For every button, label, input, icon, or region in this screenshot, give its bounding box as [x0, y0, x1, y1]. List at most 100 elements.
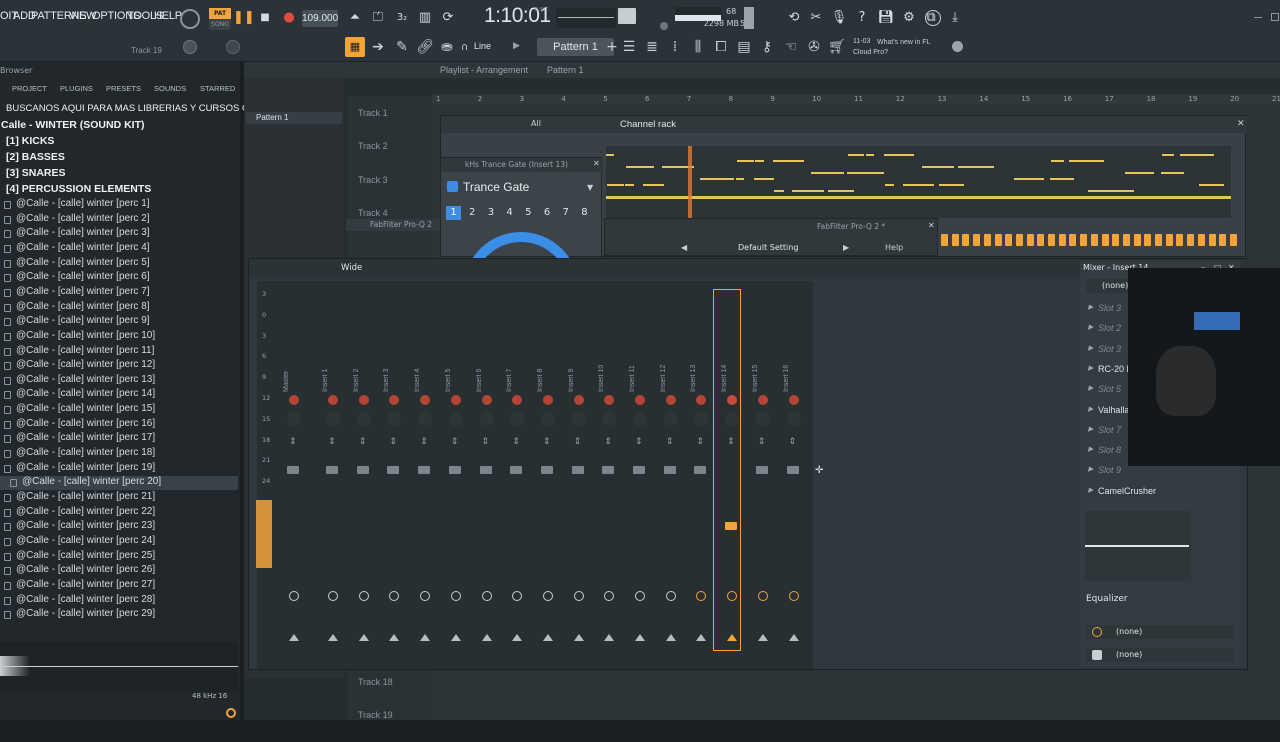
step-button[interactable]	[1133, 234, 1141, 246]
step-button[interactable]	[1122, 234, 1130, 246]
blend-notes-icon[interactable]: ▥	[415, 8, 435, 28]
tab-plugins[interactable]: PLUGINS	[60, 84, 93, 93]
browser-file-item[interactable]: @Calle - [calle] winter [perc 14]	[0, 388, 238, 402]
snap-select[interactable]: Line	[474, 41, 491, 51]
folder-snares[interactable]: [3] SNARES	[0, 167, 238, 181]
step-button[interactable]	[1229, 234, 1237, 246]
browser-file-item[interactable]: @Calle - [calle] winter [perc 2]	[0, 213, 238, 227]
step-button[interactable]	[1208, 234, 1216, 246]
mixer-strip[interactable]	[499, 290, 525, 650]
window-restore-icon[interactable]	[1271, 13, 1279, 21]
record-button[interactable]: ●	[279, 8, 299, 28]
browser-file-item[interactable]: @Calle - [calle] winter [perc 18]	[0, 447, 238, 461]
stamp-icon[interactable]: ⛂	[437, 37, 457, 57]
channel-rack-filter[interactable]: All	[531, 119, 541, 128]
preset-prev-icon[interactable]: ◀	[681, 243, 687, 252]
undo-icon[interactable]: ⟲	[784, 8, 804, 28]
step-button[interactable]	[1176, 234, 1184, 246]
globe-icon[interactable]	[952, 41, 963, 52]
mixer-strip[interactable]	[776, 290, 802, 650]
pause-button[interactable]: ❚❚	[233, 8, 255, 28]
link-icon[interactable]: 🔗︎	[415, 37, 435, 57]
mixer-strip[interactable]	[469, 290, 495, 650]
browser-file-item[interactable]: @Calle - [calle] winter [perc 24]	[0, 535, 238, 549]
search-icon[interactable]	[226, 708, 236, 718]
pattern-list-item[interactable]: Pattern 1	[246, 112, 342, 124]
step-button[interactable]	[994, 234, 1002, 246]
main-volume-knob[interactable]	[183, 40, 197, 54]
plugin-db-icon[interactable]: ⚷	[757, 37, 777, 57]
browser-file-item[interactable]: @Calle - [calle] winter [perc 21]	[0, 491, 238, 505]
browser-file-item[interactable]: @Calle - [calle] winter [perc 10]	[0, 330, 238, 344]
step-button[interactable]	[1026, 234, 1034, 246]
fabfilter-help-button[interactable]: Help	[885, 243, 903, 252]
save-icon[interactable]: 💾︎	[876, 8, 896, 28]
eq-graph[interactable]	[1085, 511, 1191, 581]
trance-gate-step[interactable]: 4	[502, 206, 517, 220]
step-button[interactable]	[1101, 234, 1109, 246]
trance-gate-step[interactable]: 5	[521, 206, 536, 220]
help-icon[interactable]: ?	[852, 8, 872, 28]
trance-gate-close-icon[interactable]: ✕	[593, 159, 600, 168]
kit-folder[interactable]: Calle - WINTER (SOUND KIT)	[0, 119, 238, 133]
stop-button[interactable]: ■	[255, 8, 275, 28]
menu-help[interactable]: HELP	[154, 10, 182, 22]
step-button[interactable]	[1037, 234, 1045, 246]
trance-gate-step[interactable]: 7	[558, 206, 573, 220]
news-text[interactable]: What's new in FL Cloud Pro?	[853, 38, 937, 58]
browser-file-item[interactable]: @Calle - [calle] winter [perc 8]	[0, 301, 238, 315]
browser-file-item[interactable]: @Calle - [calle] winter [perc 17]	[0, 432, 238, 446]
output-select[interactable]: (none)	[1086, 625, 1234, 639]
step-button[interactable]	[1090, 234, 1098, 246]
window-minimize-icon[interactable]	[1254, 17, 1262, 18]
browser-file-item[interactable]: @Calle - [calle] winter [perc 12]	[0, 359, 238, 373]
tab-sounds[interactable]: SOUNDS	[154, 84, 186, 93]
step-button[interactable]	[951, 234, 959, 246]
trance-gate-step[interactable]: 1	[446, 206, 461, 220]
browser-file-item[interactable]: @Calle - [calle] winter [perc 25]	[0, 550, 238, 564]
plugin-icon[interactable]: ⚙	[899, 8, 919, 28]
step-button[interactable]	[1165, 234, 1173, 246]
mixer-strip[interactable]	[407, 290, 433, 650]
countdown-icon[interactable]: 3₂	[392, 8, 412, 28]
mixer-strip[interactable]	[561, 290, 587, 650]
step-button[interactable]	[1015, 234, 1023, 246]
step-button[interactable]	[1048, 234, 1055, 246]
mixer-strip[interactable]	[346, 290, 372, 650]
step-button[interactable]	[973, 234, 981, 246]
cart-icon[interactable]: 🛒︎	[827, 37, 847, 57]
track-header[interactable]: Track 19	[350, 710, 430, 742]
step-button[interactable]	[1069, 234, 1077, 246]
magnet-icon[interactable]: ∩	[461, 42, 468, 53]
step-button[interactable]	[941, 234, 948, 246]
playlist-window-button[interactable]: ▦	[345, 37, 365, 57]
step-button[interactable]	[1112, 234, 1120, 246]
folder-percussion[interactable]: [4] PERCUSSION ELEMENTS	[0, 183, 238, 197]
draw-tool-icon[interactable]: ✎	[392, 37, 412, 57]
step-button[interactable]	[1005, 234, 1013, 246]
mixer-strip[interactable]	[530, 290, 556, 650]
browser-file-item[interactable]: @Calle - [calle] winter [perc 23]	[0, 520, 238, 534]
mixer-strip[interactable]	[622, 290, 648, 650]
channel-rack-close-icon[interactable]: ✕	[1237, 119, 1245, 129]
browser-file-item[interactable]: @Calle - [calle] winter [perc 3]	[0, 227, 238, 241]
step-button[interactable]	[1219, 234, 1227, 246]
step-button[interactable]	[1144, 234, 1152, 246]
mixer-mode[interactable]: Wide	[341, 263, 362, 273]
browser-file-item[interactable]: @Calle - [calle] winter [perc 29]	[0, 608, 238, 622]
stepseq-icon[interactable]: ≣	[642, 37, 662, 57]
track-header[interactable]: Track 3	[350, 175, 430, 207]
trance-gate-step[interactable]: 6	[540, 206, 555, 220]
microphone-icon[interactable]: 🎙︎	[829, 8, 849, 28]
browser-file-item[interactable]: @Calle - [calle] winter [perc 26]	[0, 564, 238, 578]
browser-file-item[interactable]: @Calle - [calle] winter [perc 7]	[0, 286, 238, 300]
folder-basses[interactable]: [2] BASSES	[0, 151, 238, 165]
browser-file-item[interactable]: @Calle - [calle] winter [perc 13]	[0, 374, 238, 388]
browser-file-item[interactable]: @Calle - [calle] winter [perc 5]	[0, 257, 238, 271]
wait-icon[interactable]: ⏍	[368, 8, 388, 28]
trance-gate-step[interactable]: 3	[483, 206, 498, 220]
browser-file-item[interactable]: @Calle - [calle] winter [perc 6]	[0, 271, 238, 285]
track-header[interactable]: Track 18	[350, 677, 430, 709]
channel-rack-icon[interactable]: ⧠	[711, 37, 731, 57]
browser-file-item[interactable]: @Calle - [calle] winter [perc 4]	[0, 242, 238, 256]
